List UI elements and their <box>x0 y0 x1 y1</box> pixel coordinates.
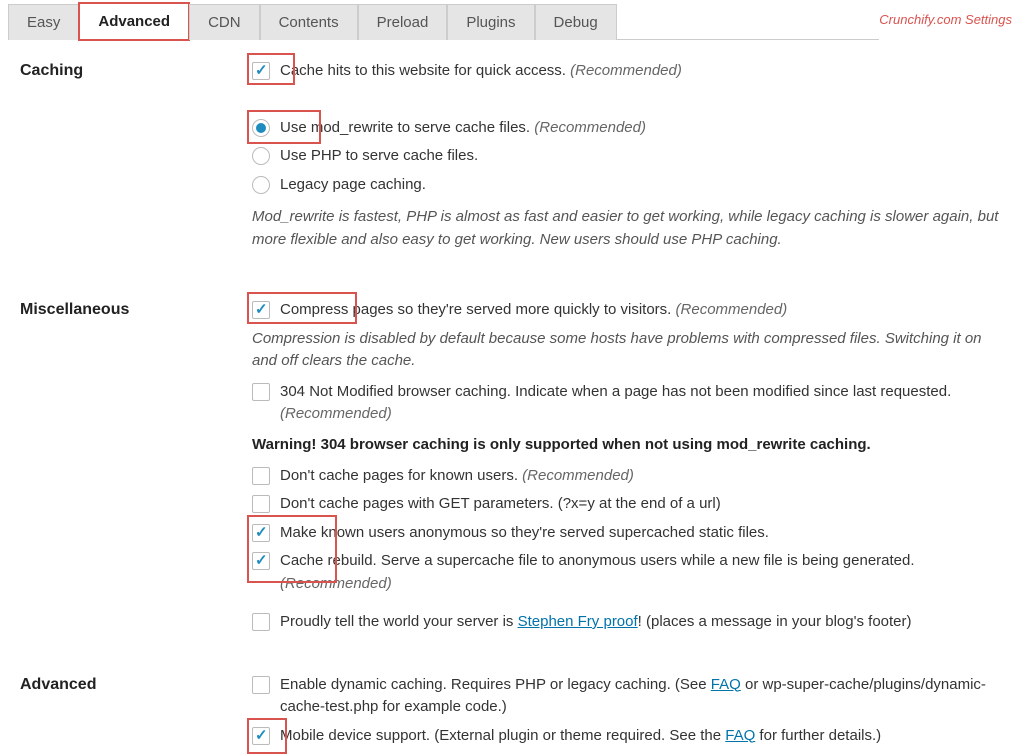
checkbox-rebuild[interactable] <box>252 552 270 570</box>
checkbox-compress[interactable] <box>252 301 270 319</box>
label-cache-hits: Cache hits to this website for quick acc… <box>280 60 1004 83</box>
tab-cdn[interactable]: CDN <box>189 4 260 40</box>
tab-contents[interactable]: Contents <box>260 4 358 40</box>
section-caching: Caching Cache hits to this website for q… <box>20 60 1004 269</box>
section-title-caching: Caching <box>20 60 252 80</box>
label-304: 304 Not Modified browser caching. Indica… <box>280 381 1004 426</box>
label-rebuild: Cache rebuild. Serve a supercache file t… <box>280 550 1004 595</box>
label-php: Use PHP to serve cache files. <box>280 145 1004 168</box>
label-mobile: Mobile device support. (External plugin … <box>280 725 1004 748</box>
label-compress: Compress pages so they're served more qu… <box>280 299 1004 322</box>
section-misc: Miscellaneous Compress pages so they're … <box>20 299 1004 644</box>
link-faq-dynamic[interactable]: FAQ <box>711 676 741 693</box>
tab-advanced[interactable]: Advanced <box>79 3 189 40</box>
tab-bar: Easy Advanced CDN Contents Preload Plugi… <box>8 0 879 40</box>
checkbox-304[interactable] <box>252 383 270 401</box>
checkbox-cache-hits[interactable] <box>252 62 270 80</box>
checkbox-mobile[interactable] <box>252 727 270 745</box>
label-get-params: Don't cache pages with GET parameters. (… <box>280 493 1004 516</box>
label-dynamic: Enable dynamic caching. Requires PHP or … <box>280 674 1004 719</box>
tab-preload[interactable]: Preload <box>358 4 448 40</box>
tab-plugins[interactable]: Plugins <box>447 4 534 40</box>
label-mod-rewrite: Use mod_rewrite to serve cache files. (R… <box>280 117 1004 140</box>
label-legacy: Legacy page caching. <box>280 174 1004 197</box>
link-faq-mobile[interactable]: FAQ <box>725 727 755 744</box>
section-title-misc: Miscellaneous <box>20 299 252 319</box>
label-anon: Make known users anonymous so they're se… <box>280 522 1004 545</box>
watermark-label: Crunchify.com Settings <box>879 0 1012 27</box>
warning-304: Warning! 304 browser caching is only sup… <box>252 436 1004 453</box>
checkbox-known-users[interactable] <box>252 467 270 485</box>
checkbox-get-params[interactable] <box>252 495 270 513</box>
checkbox-dynamic[interactable] <box>252 676 270 694</box>
section-title-advanced: Advanced <box>20 674 252 694</box>
radio-mod-rewrite[interactable] <box>252 119 270 137</box>
radio-legacy[interactable] <box>252 176 270 194</box>
desc-caching: Mod_rewrite is fastest, PHP is almost as… <box>252 206 1004 251</box>
desc-compress: Compression is disabled by default becau… <box>252 328 1004 373</box>
checkbox-proud[interactable] <box>252 613 270 631</box>
label-known-users: Don't cache pages for known users. (Reco… <box>280 465 1004 488</box>
link-stephen-fry[interactable]: Stephen Fry proof <box>518 613 638 630</box>
radio-php[interactable] <box>252 147 270 165</box>
tab-debug[interactable]: Debug <box>535 4 617 40</box>
tab-easy[interactable]: Easy <box>8 4 79 40</box>
checkbox-anon[interactable] <box>252 524 270 542</box>
section-advanced: Advanced Enable dynamic caching. Require… <box>20 674 1004 754</box>
label-proud: Proudly tell the world your server is St… <box>280 611 1004 634</box>
